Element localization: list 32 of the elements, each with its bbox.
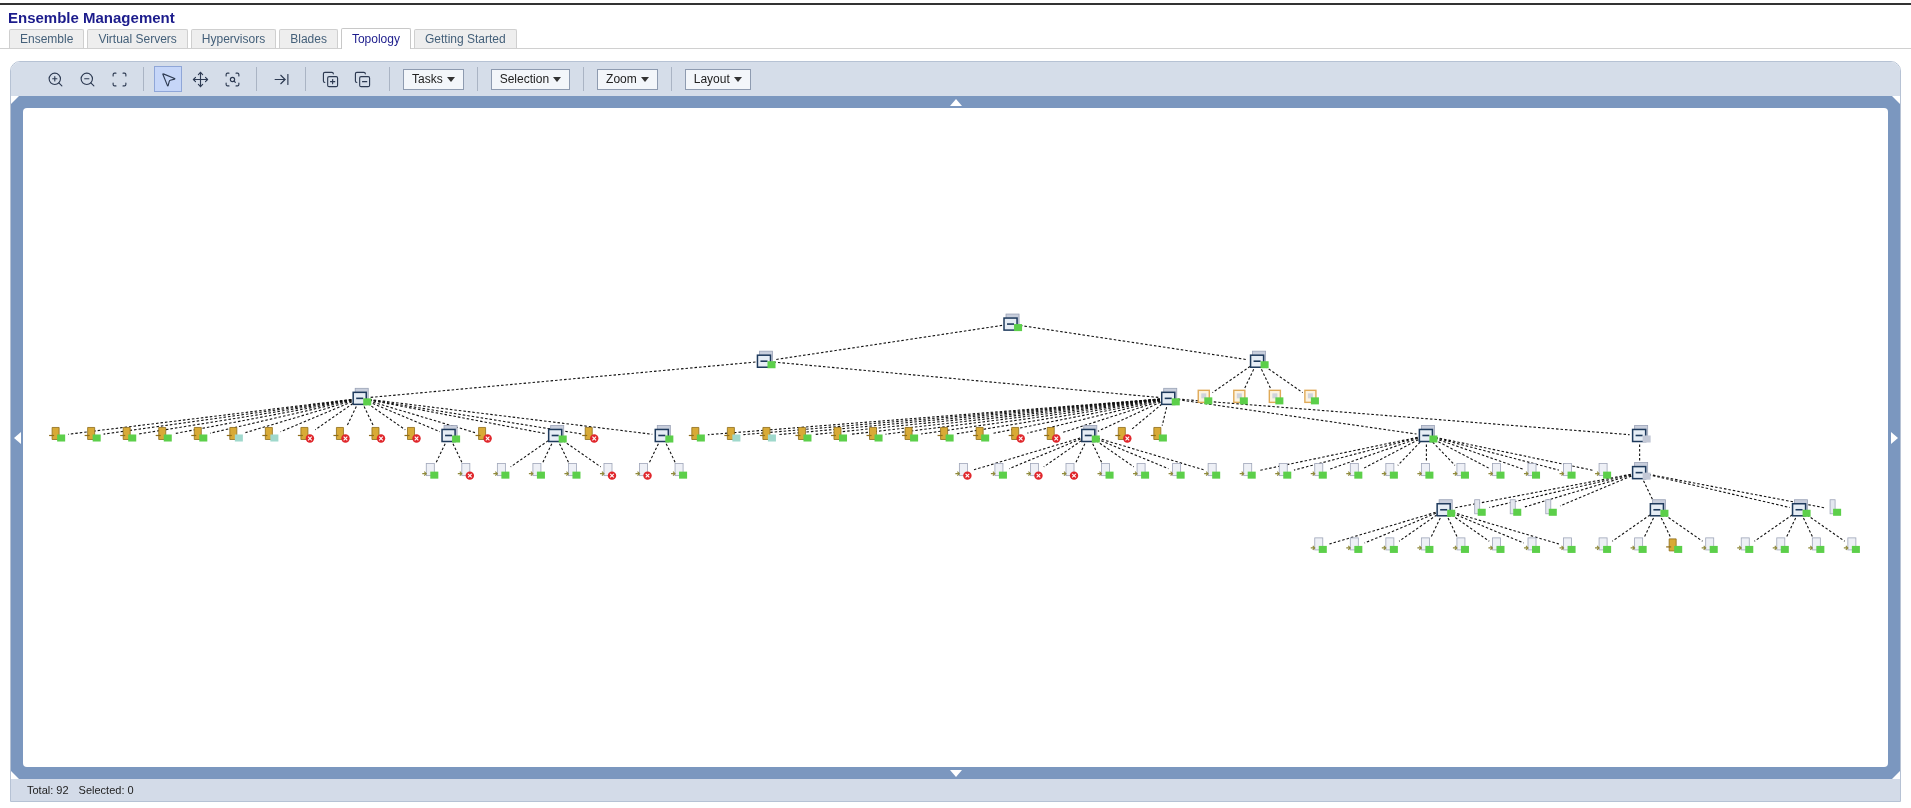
caret-icon [446,76,455,82]
menu-button[interactable]: Tasks [403,68,464,90]
scroll-left-icon[interactable] [13,431,21,444]
tab[interactable]: Getting Started [413,29,517,48]
scroll-right-icon[interactable] [1890,431,1898,444]
pointer-icon[interactable] [154,66,182,92]
tab[interactable]: Virtual Servers [87,29,188,48]
caret-icon [553,76,562,82]
page-title: Ensemble Management [7,8,176,28]
connector-line [435,443,446,465]
tab[interactable]: Ensemble [9,29,85,48]
menu-button[interactable]: Layout [684,68,751,90]
connector-line [452,443,464,465]
selected-count: Selected: 0 [78,782,134,798]
connector-line [665,443,677,465]
corner-arrow-icon[interactable] [11,96,19,104]
connector-line [1425,443,1427,464]
corner-arrow-icon[interactable] [1892,96,1900,104]
connector-line [648,443,659,465]
tab[interactable]: Blades [279,29,338,48]
total-count: Total: 92 [27,782,69,798]
caret-icon [640,76,649,82]
menu-button[interactable]: Selection [490,68,571,90]
menu-button[interactable]: Zoom [597,68,658,90]
caret-icon [733,76,742,82]
tab[interactable]: Hypervisors [190,29,277,48]
tab[interactable]: Topology [340,28,411,49]
scroll-down-icon[interactable] [949,769,962,777]
corner-arrow-icon[interactable] [11,771,19,779]
scroll-up-icon[interactable] [949,98,962,106]
connector-line [1639,443,1641,464]
corner-arrow-icon[interactable] [1892,771,1900,779]
